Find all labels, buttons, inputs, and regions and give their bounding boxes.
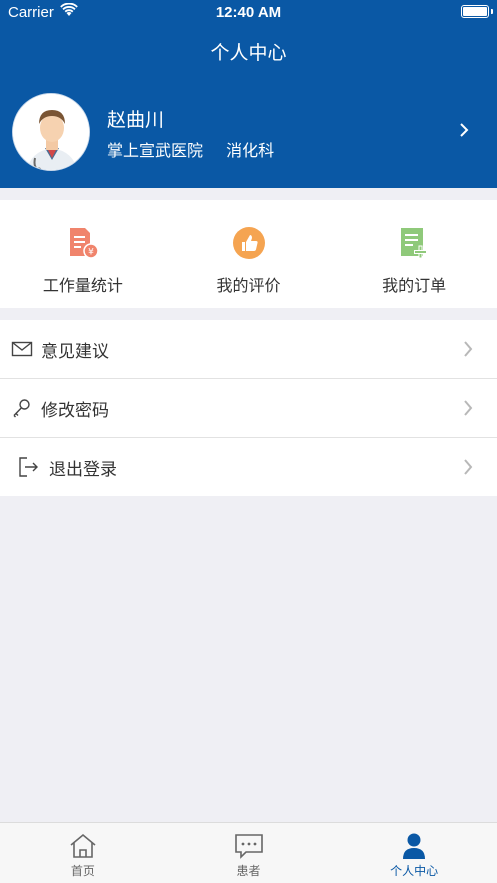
quick-action-label: 我的订单	[382, 276, 447, 295]
workload-stats-icon: ¥	[66, 226, 100, 260]
logout-icon	[18, 456, 40, 478]
person-icon	[399, 832, 429, 860]
menu-item-change-password[interactable]: 修改密码	[0, 379, 497, 438]
tab-profile[interactable]: 个人中心	[331, 823, 497, 883]
tab-bar: 首页 患者 个人中心	[0, 822, 497, 883]
battery-icon	[461, 5, 489, 18]
department-name: 消化科	[226, 141, 275, 160]
menu-item-label: 意见建议	[41, 342, 109, 362]
chevron-right-icon	[463, 340, 473, 362]
settings-menu: 意见建议 修改密码 退出登录	[0, 320, 497, 496]
chevron-right-icon	[463, 399, 473, 421]
quick-actions: ¥ 工作量统计 我的评价 我的订单	[0, 200, 497, 308]
tab-label: 患者	[236, 864, 261, 878]
menu-item-feedback[interactable]: 意见建议	[0, 320, 497, 379]
menu-item-label: 退出登录	[49, 460, 117, 480]
menu-item-logout[interactable]: 退出登录	[0, 438, 497, 496]
tab-label: 首页	[70, 864, 95, 878]
tab-home[interactable]: 首页	[0, 823, 166, 883]
svg-text:¥: ¥	[88, 248, 94, 258]
status-time: 12:40 AM	[215, 4, 282, 21]
header: Carrier 12:40 AM 个人中心 赵曲川 掌上宣武医院 消化科	[0, 0, 497, 188]
page-title: 个人中心	[210, 42, 287, 64]
tab-label: 个人中心	[390, 864, 439, 878]
quick-action-orders[interactable]: 我的订单	[331, 200, 497, 308]
quick-action-label: 工作量统计	[42, 276, 123, 295]
status-bar: Carrier 12:40 AM	[0, 0, 497, 26]
profile-card[interactable]: 赵曲川 掌上宣武医院 消化科	[0, 88, 497, 180]
order-list-icon	[397, 226, 431, 260]
tab-patients[interactable]: 患者	[166, 823, 332, 883]
hospital-name: 掌上宣武医院	[107, 141, 204, 160]
doctor-affiliation: 掌上宣武医院 消化科	[107, 137, 292, 161]
mail-icon	[11, 338, 33, 360]
chat-icon	[234, 832, 264, 860]
doctor-name: 赵曲川	[107, 109, 165, 131]
quick-action-workload[interactable]: ¥ 工作量统计	[0, 200, 166, 308]
thumbs-up-icon	[232, 226, 266, 260]
quick-action-label: 我的评价	[216, 276, 281, 295]
battery-tip	[491, 9, 493, 14]
menu-item-label: 修改密码	[41, 401, 109, 421]
chevron-right-icon	[459, 122, 469, 142]
key-icon	[11, 397, 33, 419]
avatar	[12, 93, 90, 171]
home-icon	[68, 832, 98, 860]
chevron-right-icon	[463, 458, 473, 480]
quick-action-reviews[interactable]: 我的评价	[166, 200, 332, 308]
